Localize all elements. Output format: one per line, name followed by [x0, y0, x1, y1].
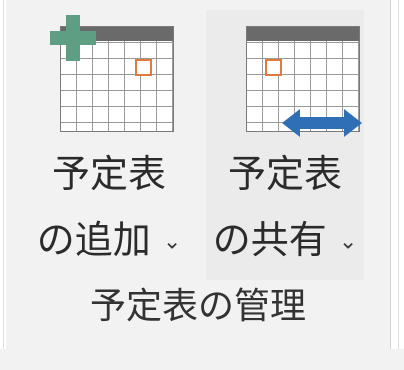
share-calendar-label-line2: の共有 ⌄	[206, 216, 364, 267]
share-calendar-label-text: の共有	[212, 218, 327, 262]
right-edge-line	[398, 0, 399, 370]
chevron-down-icon[interactable]: ⌄	[163, 230, 181, 255]
double-arrow-icon	[282, 109, 362, 137]
share-calendar-button[interactable]: 予定表 の共有 ⌄	[206, 10, 364, 280]
plus-icon	[50, 15, 96, 61]
add-calendar-label-line2: の追加 ⌄	[20, 216, 198, 267]
add-calendar-button[interactable]: 予定表 の追加 ⌄	[20, 10, 198, 280]
left-edge-line	[3, 0, 4, 370]
ribbon-bottom-strip	[0, 349, 404, 370]
chevron-down-icon[interactable]: ⌄	[339, 230, 357, 255]
ribbon-group-label: 予定表の管理	[89, 286, 306, 327]
add-calendar-label-text: の追加	[36, 218, 151, 262]
share-calendar-label-line1: 予定表	[227, 152, 342, 196]
add-calendar-label-line1: 予定表	[51, 152, 166, 196]
ribbon-group-manage-calendars: 予定表 の追加 ⌄ 予定表 の共有 ⌄ 予定表の管理	[6, 0, 391, 349]
